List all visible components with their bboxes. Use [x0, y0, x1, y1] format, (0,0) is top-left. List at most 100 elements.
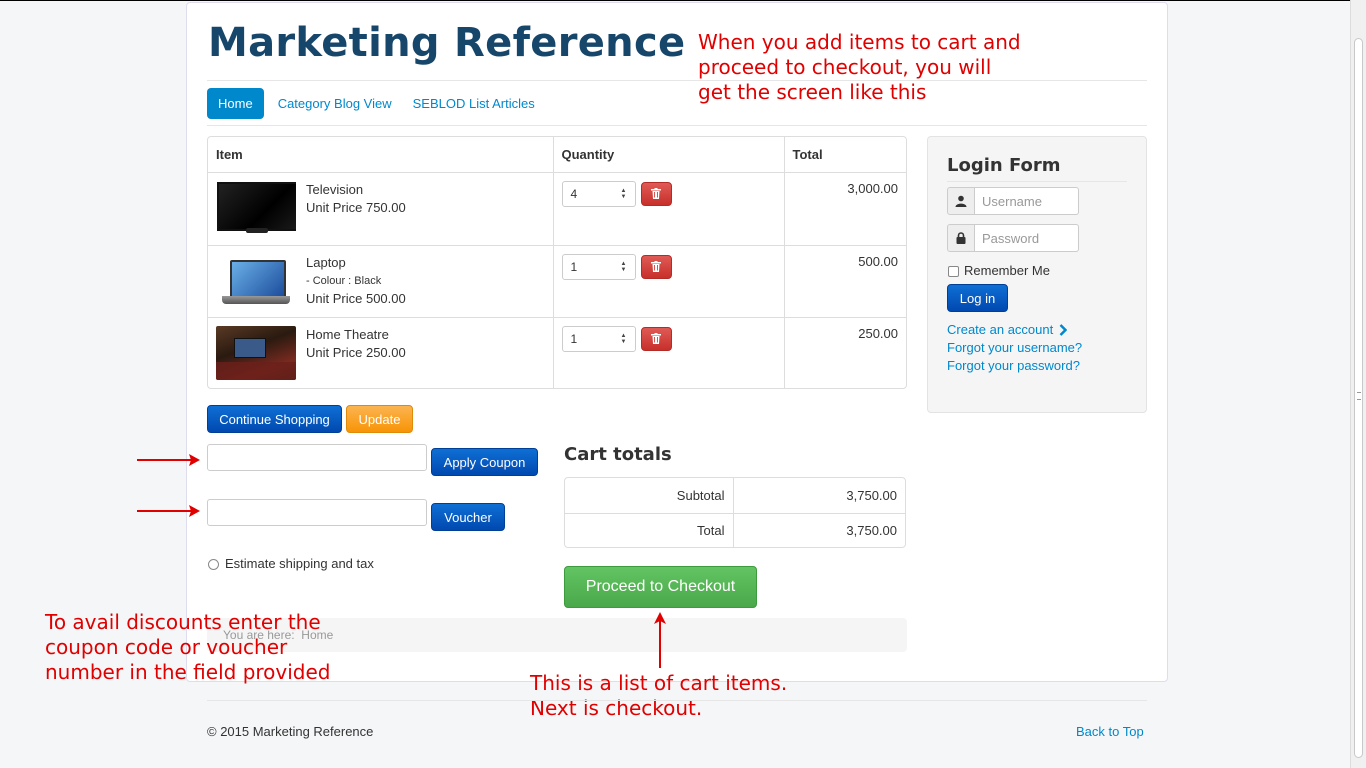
nav-item-category-blog-view[interactable]: Category Blog View [271, 89, 399, 118]
item-cell: Home Theatre Unit Price 250.00 [208, 317, 553, 388]
cart-row: Television Unit Price 750.00 4 ▲ ▼ 3,000.0… [208, 172, 906, 246]
remember-me-label[interactable]: Remember Me [964, 263, 1050, 278]
site-brand[interactable]: Marketing Reference [208, 20, 685, 66]
item-cell: Laptop - Colour : Black Unit Price 500.0… [208, 245, 553, 318]
item-total: 250.00 [783, 317, 906, 388]
item-name[interactable]: Laptop [306, 254, 406, 272]
login-title-divider [947, 181, 1127, 182]
annotation-left-line: number in the field provided [45, 660, 331, 684]
footer-divider [207, 700, 1147, 701]
annotation-left-line: coupon code or voucher [45, 635, 288, 659]
apply-coupon-button[interactable]: Apply Coupon [431, 448, 538, 476]
estimate-shipping-radio[interactable] [208, 559, 219, 570]
trash-icon [651, 333, 661, 344]
create-account-label: Create an account [947, 322, 1054, 337]
subtotal-value: 3,750.00 [732, 478, 905, 514]
remove-item-button[interactable] [640, 181, 672, 206]
cart-totals-table: Subtotal 3,750.00 Total 3,750.00 [564, 477, 906, 548]
stepper-arrows-icon[interactable]: ▲ ▼ [621, 261, 627, 273]
laptop-image[interactable] [216, 254, 296, 308]
item-unit-price: Unit Price 500.00 [306, 290, 406, 306]
annotation-top-line: proceed to checkout, you will [698, 55, 992, 79]
quantity-cell: 1 ▲ ▼ [552, 317, 784, 388]
chevron-right-icon [1059, 323, 1068, 336]
item-unit-price: Unit Price 250.00 [306, 344, 406, 360]
quantity-cell: 1 ▲ ▼ [552, 245, 784, 318]
arrow-right-icon [137, 454, 200, 466]
subtotal-label: Subtotal [565, 478, 733, 514]
item-total: 3,000.00 [783, 172, 906, 246]
update-button[interactable]: Update [346, 405, 413, 433]
annotation-left: To avail discounts enter the coupon code… [45, 610, 331, 685]
main-nav: Home Category Blog View SEBLOD List Arti… [207, 88, 549, 119]
cart-row: Home Theatre Unit Price 250.00 1 ▲ ▼ 250.0… [208, 317, 906, 388]
nav-divider [207, 125, 1147, 126]
annotation-bottom: This is a list of cart items. Next is ch… [530, 671, 787, 721]
total-row: Total 3,750.00 [565, 513, 905, 547]
voucher-button[interactable]: Voucher [431, 503, 505, 531]
password-group: Password [947, 224, 1079, 252]
item-option: - Colour : Black [306, 274, 382, 287]
username-input[interactable]: Username [975, 187, 1079, 215]
quantity-value: 4 [570, 186, 578, 201]
header-item: Item [208, 137, 553, 173]
estimate-shipping-label[interactable]: Estimate shipping and tax [225, 556, 374, 571]
quantity-cell: 4 ▲ ▼ [552, 172, 784, 246]
item-name[interactable]: Television [306, 181, 406, 199]
total-label: Total [697, 523, 725, 539]
cart-totals-title: Cart totals [564, 444, 672, 465]
quantity-stepper[interactable]: 1 ▲ ▼ [561, 253, 636, 280]
top-border-line [0, 0, 1366, 1]
header-total: Total [783, 137, 906, 173]
cart-row: Laptop - Colour : Black Unit Price 500.0… [208, 245, 906, 318]
annotation-top-line: get the screen like this [698, 80, 927, 104]
remove-item-button[interactable] [640, 326, 672, 351]
nav-item-home[interactable]: Home [207, 88, 264, 119]
stepper-arrows-icon[interactable]: ▲ ▼ [621, 188, 627, 200]
annotation-top-line: When you add items to cart and [698, 30, 1021, 54]
forgot-password-link[interactable]: Forgot your password? [947, 358, 1080, 373]
stepper-arrows-icon[interactable]: ▲ ▼ [621, 333, 627, 345]
cart-header-row: Item Quantity Total [208, 137, 906, 173]
password-input[interactable]: Password [975, 224, 1079, 252]
television-image[interactable] [216, 180, 296, 235]
trash-icon [651, 188, 661, 199]
subtotal-row: Subtotal 3,750.00 [565, 478, 905, 514]
annotation-top: When you add items to cart and proceed t… [698, 30, 1021, 105]
header-quantity: Quantity [552, 137, 784, 173]
quantity-value: 1 [570, 259, 578, 274]
home-theatre-image[interactable] [216, 325, 296, 380]
quantity-stepper[interactable]: 1 ▲ ▼ [561, 325, 636, 352]
login-button[interactable]: Log in [947, 284, 1008, 312]
quantity-stepper[interactable]: 4 ▲ ▼ [561, 180, 636, 207]
item-name[interactable]: Home Theatre [306, 326, 406, 344]
remember-me-checkbox[interactable] [948, 266, 959, 277]
voucher-input[interactable] [207, 499, 427, 526]
scrollbar-grip-icon [1357, 392, 1361, 400]
login-form-title: Login Form [947, 155, 1061, 176]
user-icon [947, 187, 975, 215]
coupon-input[interactable] [207, 444, 427, 471]
lock-icon [947, 224, 975, 252]
item-total: 500.00 [783, 245, 906, 318]
create-account-link[interactable]: Create an account [947, 322, 1068, 337]
back-to-top-link[interactable]: Back to Top [1076, 724, 1144, 739]
item-unit-price: Unit Price 750.00 [306, 199, 406, 215]
annotation-arrows [137, 454, 666, 668]
quantity-value: 1 [570, 331, 578, 346]
total-value: 3,750.00 [732, 513, 905, 547]
trash-icon [651, 261, 661, 272]
footer-copyright: © 2015 Marketing Reference [207, 724, 374, 739]
nav-item-seblod-list-articles[interactable]: SEBLOD List Articles [406, 89, 542, 118]
continue-shopping-button[interactable]: Continue Shopping [207, 405, 342, 433]
proceed-to-checkout-button[interactable]: Proceed to Checkout [564, 566, 757, 608]
annotation-left-line: To avail discounts enter the [45, 610, 321, 634]
annotation-bottom-line: This is a list of cart items. [530, 671, 788, 695]
arrow-right-icon [137, 505, 200, 517]
forgot-username-link[interactable]: Forgot your username? [947, 340, 1082, 355]
cart-table: Item Quantity Total Television Unit Pric… [207, 136, 907, 389]
username-group: Username [947, 187, 1079, 215]
remove-item-button[interactable] [640, 254, 672, 279]
page-scrollbar[interactable] [1350, 0, 1366, 768]
item-cell: Television Unit Price 750.00 [208, 172, 553, 246]
